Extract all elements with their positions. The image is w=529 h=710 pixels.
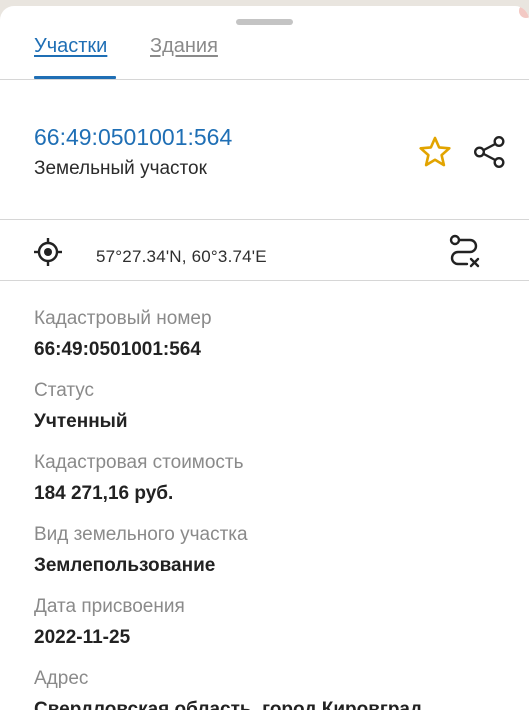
detail-label: Кадастровая стоимость (34, 452, 244, 473)
detail-label: Дата присвоения (34, 596, 185, 617)
detail-cadastral-number: Кадастровый номер 66:49:0501001:564 (34, 308, 504, 380)
detail-value: 184 271,16 руб. (34, 483, 174, 504)
crosshair-icon (34, 238, 62, 266)
bottom-sheet: Участки Здания 66:49:0501001:564 Земельн… (0, 6, 529, 710)
cadastral-number-title: 66:49:0501001:564 (34, 124, 233, 150)
detail-value: Землепользование (34, 555, 216, 576)
tab-buildings[interactable]: Здания (150, 34, 218, 58)
detail-cadastral-value: Кадастровая стоимость 184 271,16 руб. (34, 452, 504, 524)
detail-label: Вид земельного участка (34, 524, 248, 545)
detail-value: 2022-11-25 (34, 627, 131, 648)
star-icon (419, 136, 451, 167)
coordinates-divider (0, 280, 529, 281)
detail-label: Адрес (34, 668, 89, 689)
detail-land-type: Вид земельного участка Землепользование (34, 524, 504, 596)
detail-address: Адрес Свердловская область, город Кировг… (34, 668, 504, 710)
detail-value: Учтенный (34, 411, 128, 432)
tab-parcels[interactable]: Участки (34, 34, 107, 58)
tabs-divider (0, 79, 529, 80)
detail-value: 66:49:0501001:564 (34, 339, 201, 360)
share-button[interactable] (470, 132, 510, 172)
coordinates-text[interactable]: 57°27.34'N, 60°3.74'E (96, 246, 267, 268)
share-icon (473, 135, 505, 169)
detail-value: Свердловская область, город Кировград, (34, 699, 428, 710)
header-divider (0, 219, 529, 220)
route-button[interactable] (445, 233, 483, 271)
detail-label: Кадастровый номер (34, 308, 212, 329)
favorite-button[interactable] (417, 135, 453, 169)
tab-bar: Участки Здания (0, 6, 529, 81)
parcel-details: Кадастровый номер 66:49:0501001:564 Стат… (34, 308, 504, 710)
route-icon (449, 234, 480, 268)
locate-button[interactable] (33, 237, 63, 267)
parcel-header: 66:49:0501001:564 Земельный участок (34, 123, 232, 180)
detail-assignment-date: Дата присвоения 2022-11-25 (34, 596, 504, 668)
detail-label: Статус (34, 380, 95, 401)
detail-status: Статус Учтенный (34, 380, 504, 452)
parcel-type-subtitle: Земельный участок (34, 158, 207, 179)
